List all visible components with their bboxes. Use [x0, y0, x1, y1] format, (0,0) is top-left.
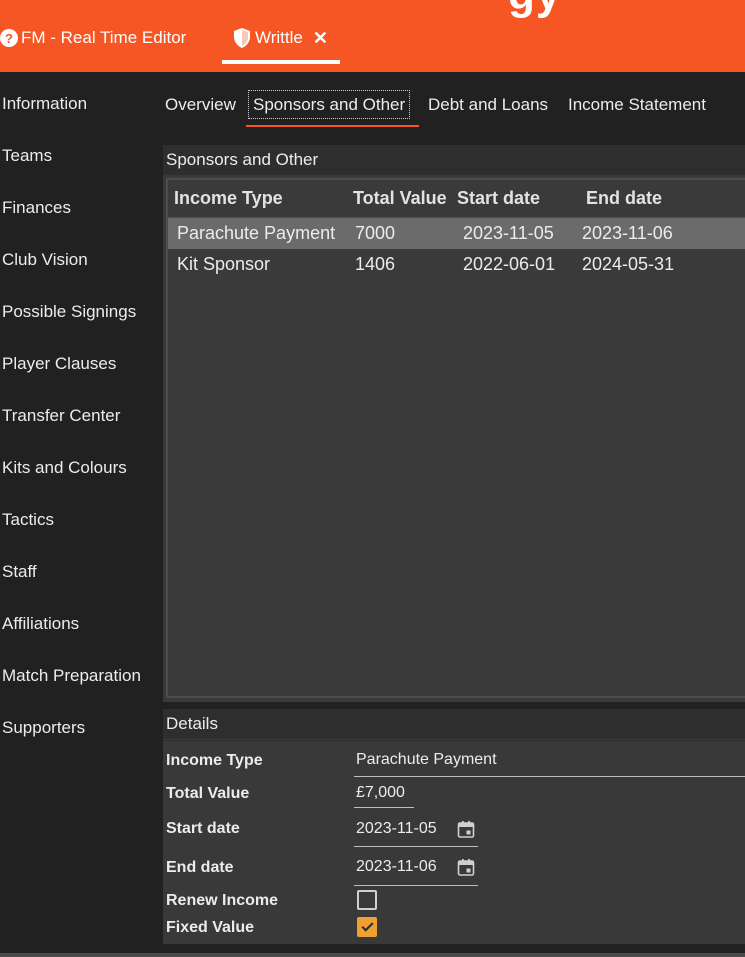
sidebar-item-match-preparation[interactable]: Match Preparation	[2, 663, 141, 689]
income-type-field[interactable]: Parachute Payment	[356, 748, 497, 772]
calendar-icon[interactable]	[457, 858, 475, 876]
start-date-label: Start date	[166, 820, 240, 837]
total-value-field[interactable]: £7,000	[356, 781, 405, 805]
income-type-label: Income Type	[166, 752, 263, 769]
end-date-underline	[354, 885, 478, 886]
sidebar-item-club-vision[interactable]: Club Vision	[2, 247, 88, 273]
sidebar-item-finances[interactable]: Finances	[2, 195, 71, 221]
active-content-tab-indicator	[246, 125, 419, 127]
cell-total-value: 1406	[355, 254, 396, 274]
cell-income-type: Parachute Payment	[177, 223, 336, 243]
calendar-icon[interactable]	[457, 820, 475, 838]
shield-icon	[234, 28, 250, 48]
column-header-end-date[interactable]: End date	[575, 188, 745, 209]
sidebar-item-staff[interactable]: Staff	[2, 559, 37, 585]
cell-total-value: 7000	[355, 223, 396, 243]
sidebar-item-player-clauses[interactable]: Player Clauses	[2, 351, 116, 377]
tab-income-statement[interactable]: Income Statement	[568, 91, 706, 118]
renew-income-checkbox[interactable]	[357, 890, 377, 910]
tab-overview[interactable]: Overview	[165, 91, 236, 118]
column-header-total-value[interactable]: Total Value	[349, 188, 457, 209]
cell-end-date: 2023-11-06	[582, 223, 673, 243]
sidebar-item-kits-and-colours[interactable]: Kits and Colours	[2, 455, 127, 481]
cell-income-type: Kit Sponsor	[177, 254, 271, 274]
table-row[interactable]: Kit Sponsor 1406 2022-06-01 2024-05-31	[168, 249, 745, 280]
table-row[interactable]: Parachute Payment 7000 2023-11-05 2023-1…	[168, 218, 745, 249]
sidebar-item-tactics[interactable]: Tactics	[2, 507, 54, 533]
title-bar: gy ? FM - Real Time Editor Writtle ✕	[0, 0, 745, 72]
active-tab-indicator	[222, 60, 340, 64]
sidebar-item-teams[interactable]: Teams	[2, 143, 52, 169]
tab-sponsors-and-other[interactable]: Sponsors and Other	[247, 90, 411, 119]
tab-writtle[interactable]: Writtle ✕	[232, 24, 328, 52]
income-type-underline	[354, 776, 745, 777]
sidebar-item-supporters[interactable]: Supporters	[2, 715, 85, 741]
sidebar-item-transfer-center[interactable]: Transfer Center	[2, 403, 120, 429]
tab-real-time-editor-label: FM - Real Time Editor	[21, 28, 187, 47]
end-date-label: End date	[166, 859, 234, 876]
fixed-value-label: Fixed Value	[166, 919, 255, 936]
close-icon[interactable]: ✕	[313, 28, 328, 49]
cell-start-date: 2023-11-05	[463, 223, 554, 243]
tab-real-time-editor[interactable]: ? FM - Real Time Editor	[0, 24, 186, 52]
table-header-row: Income Type Total Value Start date End d…	[168, 180, 745, 218]
details-divider	[163, 740, 745, 741]
end-date-field[interactable]: 2023-11-06	[356, 855, 437, 879]
sponsors-table: Income Type Total Value Start date End d…	[166, 178, 745, 698]
sidebar-item-possible-signings[interactable]: Possible Signings	[2, 299, 136, 325]
start-date-underline	[354, 846, 478, 847]
window-title-fragment: gy	[508, 0, 561, 20]
tab-writtle-label: Writtle	[255, 28, 303, 47]
total-value-label: Total Value	[166, 785, 250, 802]
renew-income-label: Renew Income	[166, 892, 279, 909]
cell-start-date: 2022-06-01	[463, 254, 556, 274]
cell-end-date: 2024-05-31	[582, 254, 675, 274]
sidebar-item-information[interactable]: Information	[2, 91, 87, 117]
tab-debt-and-loans[interactable]: Debt and Loans	[428, 91, 548, 118]
start-date-field[interactable]: 2023-11-05	[356, 817, 437, 841]
check-mark-icon	[360, 919, 374, 932]
help-icon[interactable]: ?	[0, 29, 18, 47]
sponsors-panel-title: Sponsors and Other	[163, 145, 745, 175]
sidebar-item-affiliations[interactable]: Affiliations	[2, 611, 79, 637]
fixed-value-checkbox[interactable]	[357, 917, 377, 937]
details-panel-title: Details	[163, 709, 745, 739]
column-header-start-date[interactable]: Start date	[457, 188, 575, 209]
bottom-bar	[0, 953, 745, 957]
total-value-underline	[354, 807, 414, 808]
column-header-income-type[interactable]: Income Type	[168, 188, 349, 209]
